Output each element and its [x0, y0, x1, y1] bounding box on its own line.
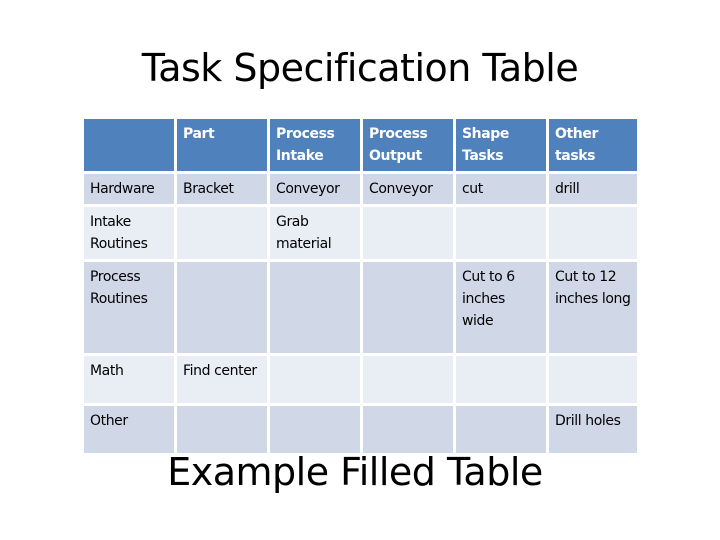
- table-cell: Conveyor: [363, 174, 453, 204]
- table-header-row: Part Process Intake Process Output Shape…: [84, 119, 637, 171]
- row-label: Hardware: [84, 174, 174, 204]
- table-row-hardware: Hardware Bracket Conveyor Conveyor cut d…: [84, 174, 637, 204]
- table-cell: Bracket: [177, 174, 267, 204]
- slide-caption: Example Filled Table: [167, 450, 543, 494]
- row-label: Intake Routines: [84, 207, 174, 259]
- table-cell: [549, 207, 637, 259]
- header-process-output: Process Output: [363, 119, 453, 171]
- table-row-intake-routines: Intake Routines Grab material: [84, 207, 637, 259]
- table-cell: Cut to 6 inches wide: [456, 262, 546, 353]
- table-cell: [177, 207, 267, 259]
- header-part: Part: [177, 119, 267, 171]
- row-label: Process Routines: [84, 262, 174, 353]
- table-cell: [549, 356, 637, 403]
- header-process-intake: Process Intake: [270, 119, 360, 171]
- table-cell: Grab material: [270, 207, 360, 259]
- table-cell: [363, 207, 453, 259]
- task-specification-table: Part Process Intake Process Output Shape…: [81, 116, 640, 456]
- table-cell: Find center: [177, 356, 267, 403]
- table-cell: drill: [549, 174, 637, 204]
- table-cell: cut: [456, 174, 546, 204]
- table-cell: [177, 262, 267, 353]
- table-cell: Cut to 12 inches long: [549, 262, 637, 353]
- table-cell: [456, 207, 546, 259]
- table-cell: [363, 262, 453, 353]
- table-cell: [270, 262, 360, 353]
- table-cell: [270, 356, 360, 403]
- row-label: Math: [84, 356, 174, 403]
- header-other-tasks: Other tasks: [549, 119, 637, 171]
- header-corner-cell: [84, 119, 174, 171]
- table-cell: [363, 356, 453, 403]
- table-cell: Conveyor: [270, 174, 360, 204]
- header-shape-tasks: Shape Tasks: [456, 119, 546, 171]
- table-row-process-routines: Process Routines Cut to 6 inches wide Cu…: [84, 262, 637, 353]
- slide-title: Task Specification Table: [141, 46, 579, 90]
- table-cell: Drill holes: [549, 406, 637, 453]
- table-cell: [456, 356, 546, 403]
- table-row-math: Math Find center: [84, 356, 637, 403]
